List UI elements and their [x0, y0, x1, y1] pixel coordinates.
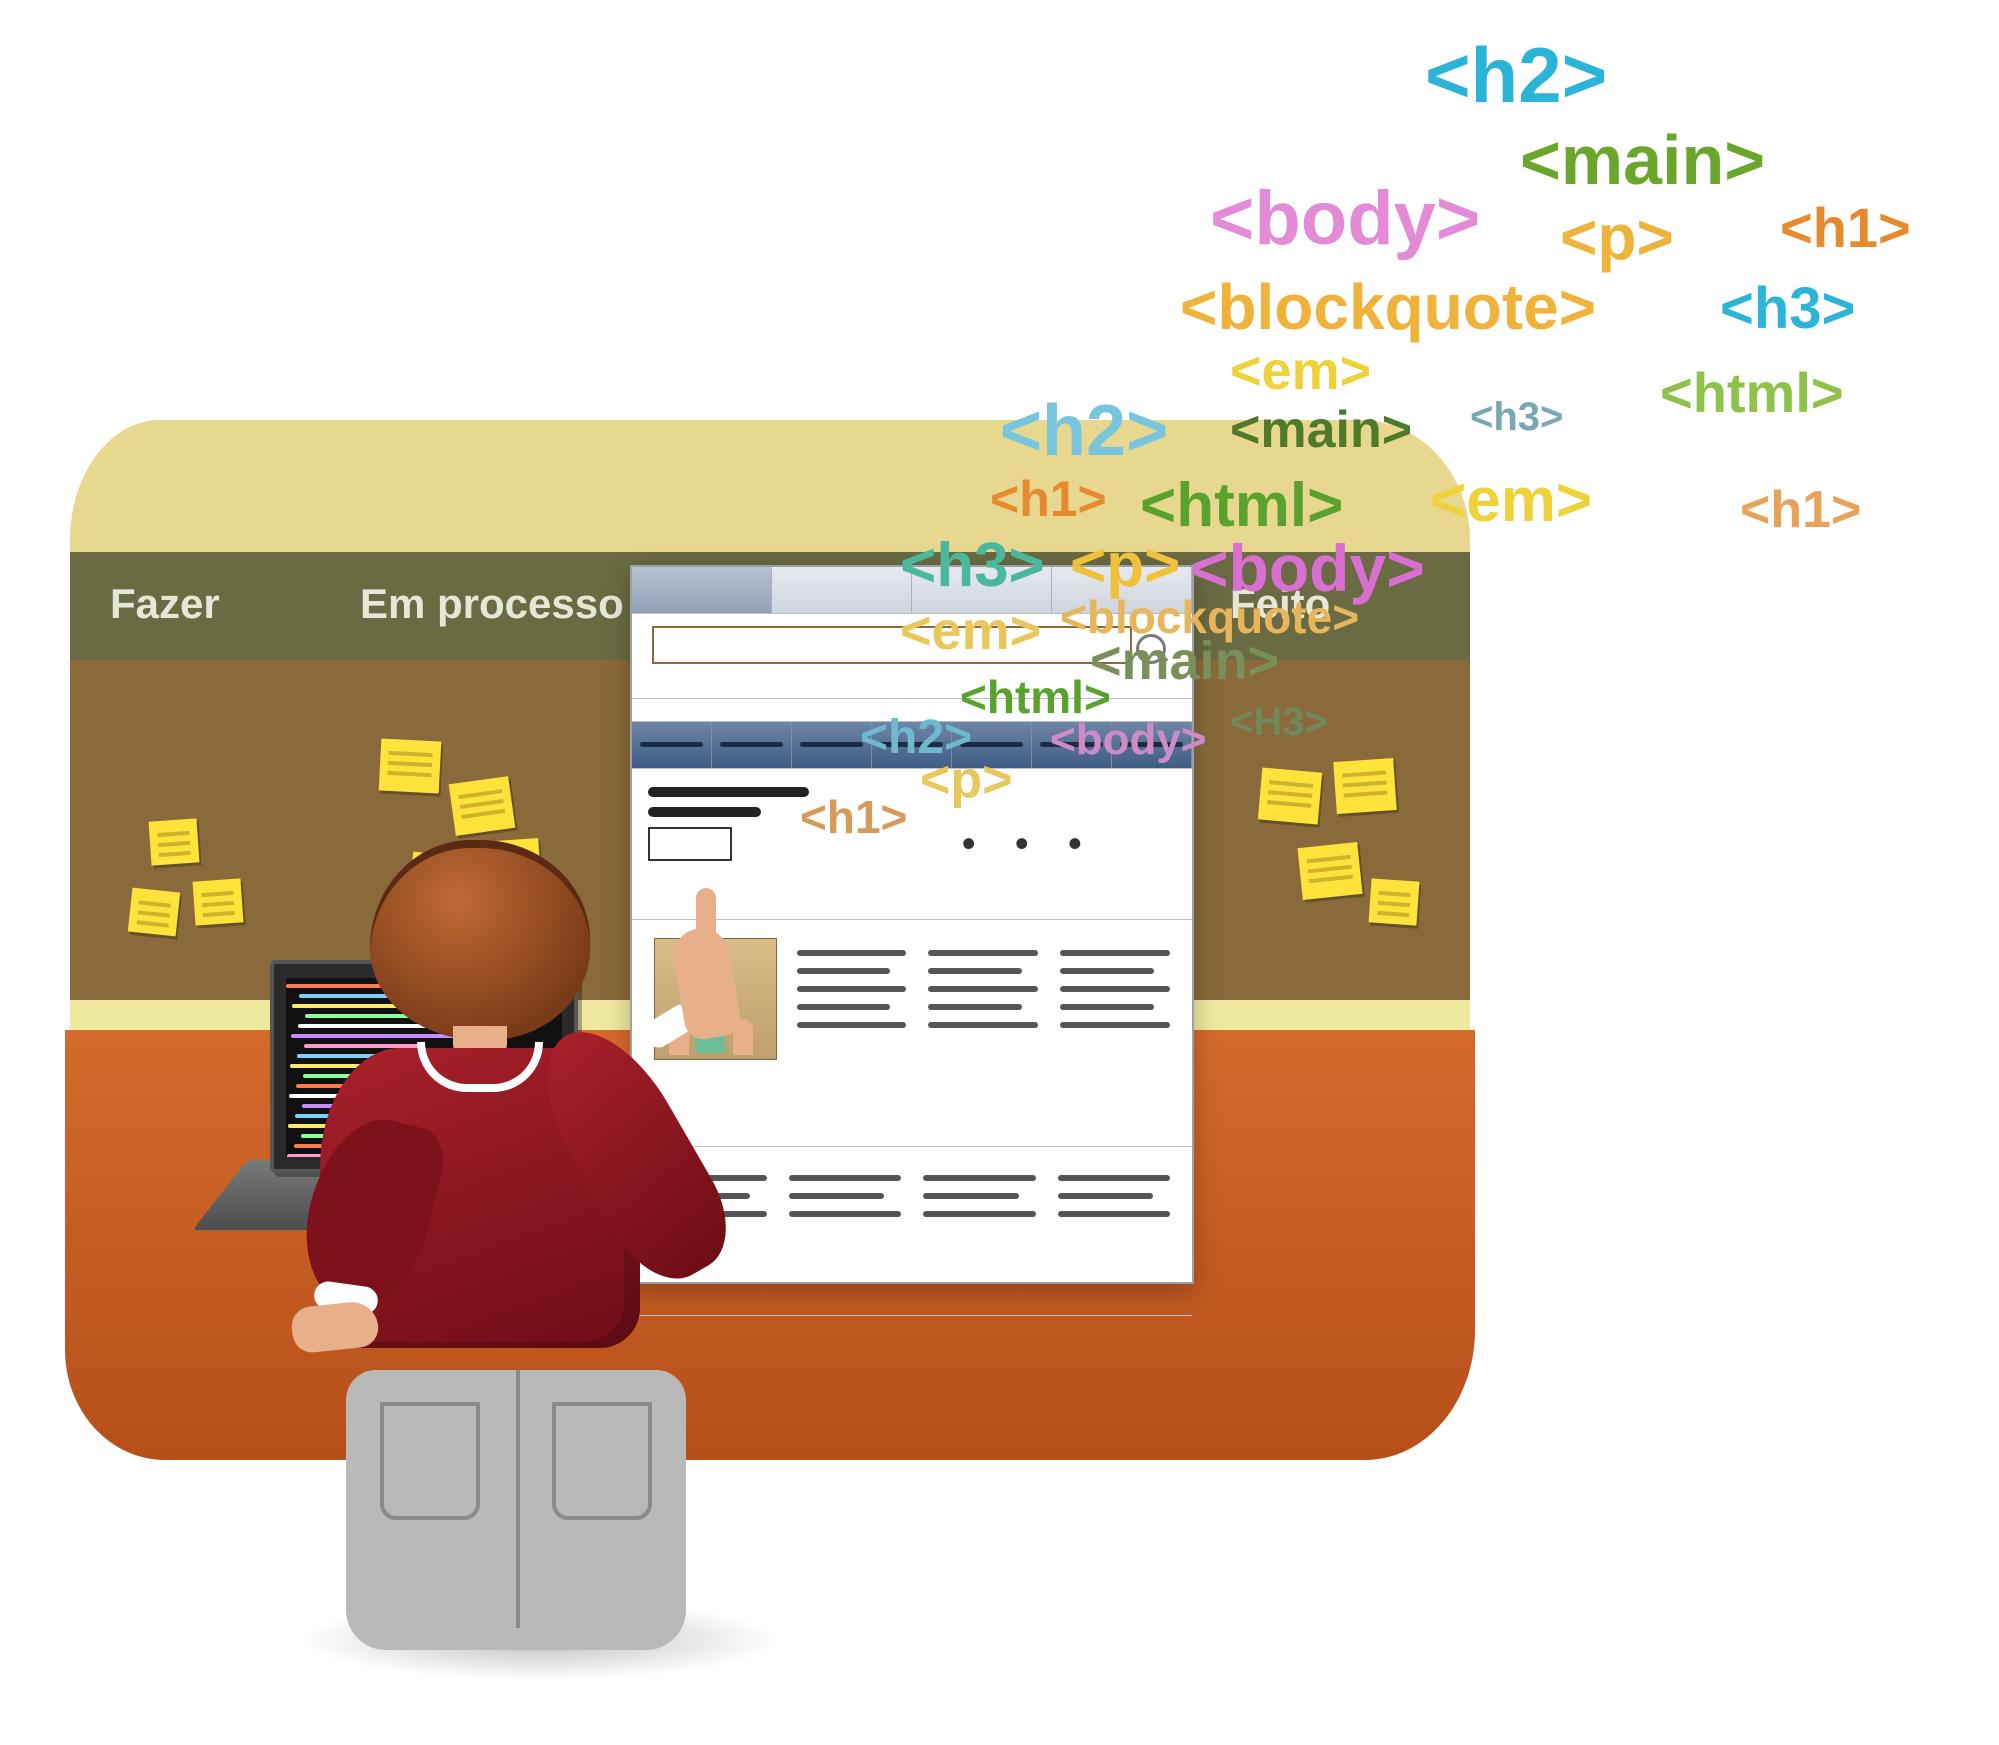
- sticky-note: [128, 888, 180, 937]
- html-tag-label: <p>: [1560, 200, 1674, 274]
- html-tag-label: <body>: [1050, 715, 1207, 765]
- sticky-note: [1258, 767, 1322, 824]
- html-tag-label: <h3>: [1470, 395, 1563, 440]
- kanban-column-doing: Em processo: [360, 580, 624, 628]
- pointing-finger-icon: [696, 888, 716, 950]
- person: [370, 840, 590, 1348]
- html-tag-label: <main>: [1520, 120, 1765, 200]
- html-tag-label: <h1>: [1780, 195, 1911, 260]
- sticky-note: [1333, 758, 1396, 814]
- kanban-column-todo: Fazer: [110, 580, 220, 628]
- illustration-stage: Fazer Em processo Feito: [0, 0, 1999, 1745]
- sticky-note: [449, 776, 516, 836]
- html-tag-label: <main>: [1090, 630, 1279, 692]
- wireframe-nav-item: [712, 722, 792, 768]
- html-tag-label: <h1>: [800, 790, 907, 844]
- sticky-note: [1297, 842, 1362, 900]
- html-tag-label: <em>: [1230, 340, 1371, 402]
- html-tag-label: <h3>: [900, 530, 1045, 601]
- html-tag-label: <h2>: [1425, 30, 1607, 121]
- wireframe-hero: • • •: [632, 769, 1192, 920]
- html-tag-label: <p>: [920, 750, 1013, 810]
- person-pants: [346, 1370, 686, 1650]
- wireframe-scribble: [648, 787, 809, 797]
- html-tag-label: <html>: [1660, 360, 1844, 425]
- person-hair: [370, 840, 590, 1040]
- wireframe-tab: [772, 567, 912, 613]
- wireframe-dots: • • •: [866, 769, 1192, 919]
- wireframe-button: [648, 827, 732, 861]
- sticky-note: [193, 878, 244, 925]
- html-tag-label: <body>: [1210, 175, 1480, 262]
- person-shirt: [320, 1048, 640, 1348]
- html-tag-label: <H3>: [1230, 700, 1328, 745]
- sticky-note: [149, 818, 200, 865]
- sticky-note: [379, 738, 442, 793]
- html-tag-label: <h3>: [1720, 275, 1855, 342]
- html-tag-label: <main>: [1230, 400, 1412, 460]
- wireframe-scribble: [648, 807, 761, 817]
- html-tag-label: <h2>: [1000, 390, 1168, 472]
- wireframe-nav-item: [632, 722, 712, 768]
- html-tag-label: <em>: [900, 600, 1041, 662]
- sticky-note: [1369, 878, 1420, 925]
- html-tag-label: <em>: [1430, 465, 1592, 536]
- wireframe-tab: [632, 567, 772, 613]
- html-tag-label: <h1>: [1740, 480, 1861, 540]
- person-hand-left: [290, 1300, 380, 1355]
- html-tag-label: <blockquote>: [1180, 270, 1596, 344]
- html-tag-label: <h1>: [990, 470, 1107, 528]
